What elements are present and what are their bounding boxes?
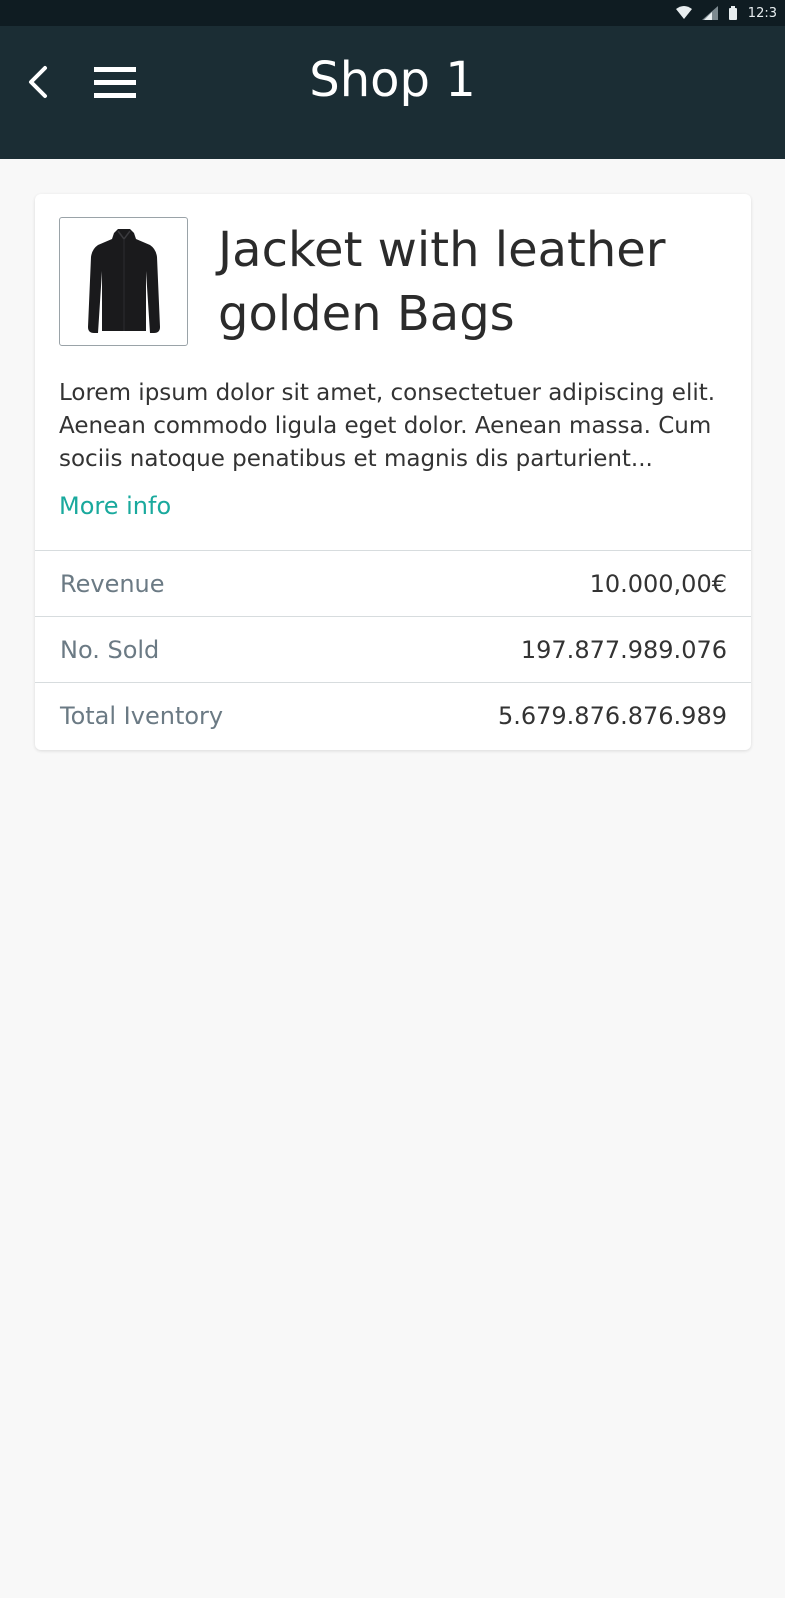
chevron-left-icon bbox=[29, 66, 47, 98]
more-info-link[interactable]: More info bbox=[59, 492, 171, 520]
stat-row-inventory: Total Iventory 5.679.876.876.989 bbox=[35, 682, 751, 748]
stats-table: Revenue 10.000,00€ No. Sold 197.877.989.… bbox=[35, 550, 751, 748]
stat-row-revenue: Revenue 10.000,00€ bbox=[35, 550, 751, 616]
back-button[interactable] bbox=[18, 58, 58, 106]
status-time: 12:3 bbox=[747, 5, 777, 21]
stat-label: Revenue bbox=[60, 569, 165, 598]
battery-icon bbox=[728, 6, 738, 20]
stat-value: 10.000,00€ bbox=[589, 569, 727, 598]
app-bar: Shop 1 bbox=[0, 26, 785, 159]
stat-value: 5.679.876.876.989 bbox=[497, 701, 727, 730]
product-thumbnail[interactable] bbox=[59, 217, 188, 346]
stat-label: Total Iventory bbox=[60, 701, 224, 730]
product-description: Lorem ipsum dolor sit amet, consectetuer… bbox=[59, 380, 716, 472]
hamburger-menu-icon bbox=[94, 67, 136, 98]
product-title: Jacket with leather golden Bags bbox=[218, 222, 666, 342]
wifi-icon bbox=[675, 6, 692, 20]
status-bar: 12:3 bbox=[0, 0, 785, 26]
menu-button[interactable] bbox=[90, 58, 140, 106]
stat-label: No. Sold bbox=[60, 635, 160, 664]
black-jacket-thumbnail bbox=[87, 228, 160, 333]
stat-row-sold: No. Sold 197.877.989.076 bbox=[35, 616, 751, 682]
stat-value: 197.877.989.076 bbox=[520, 635, 727, 664]
signal-icon bbox=[701, 6, 718, 20]
product-card: Jacket with leather golden Bags Lorem ip… bbox=[35, 194, 751, 750]
